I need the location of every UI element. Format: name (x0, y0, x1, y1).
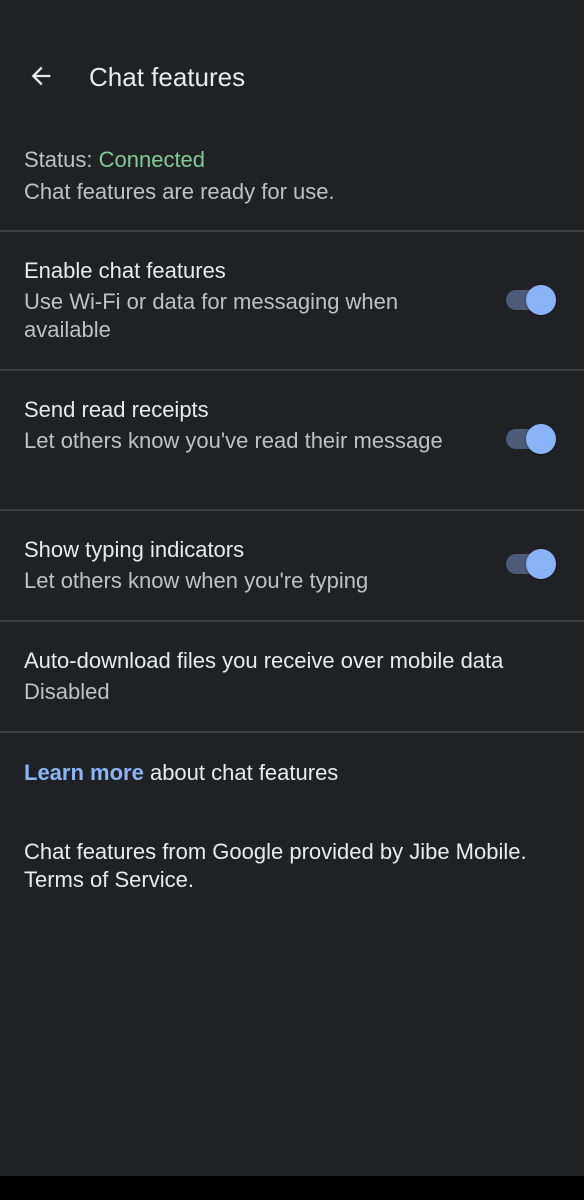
setting-summary: Let others know you've read their messag… (24, 428, 443, 453)
setting-text: Enable chat features Use Wi-Fi or data f… (24, 256, 464, 344)
setting-summary: Use Wi-Fi or data for messaging when ava… (24, 289, 399, 342)
divider (0, 369, 584, 371)
setting-enable-chat-features[interactable]: Enable chat features Use Wi-Fi or data f… (0, 256, 584, 370)
setting-text: Send read receipts Let others know you'v… (24, 395, 464, 455)
setting-text: Auto-download files you receive over mob… (24, 646, 564, 706)
show-typing-indicators-toggle[interactable] (506, 549, 556, 579)
app-bar: Chat features (0, 44, 584, 112)
setting-summary: Disabled (24, 679, 110, 704)
setting-auto-download-files[interactable]: Auto-download files you receive over mob… (0, 646, 584, 732)
setting-title: Enable chat features (24, 258, 226, 283)
status-line: Status: Connected (24, 145, 560, 175)
enable-chat-features-toggle[interactable] (506, 285, 556, 315)
setting-show-typing-indicators[interactable]: Show typing indicators Let others know w… (0, 535, 584, 621)
learn-more-text: about chat features (149, 760, 339, 785)
divider (0, 620, 584, 622)
send-read-receipts-toggle[interactable] (506, 424, 556, 454)
status-label: Status: (24, 147, 93, 172)
toggle-thumb (526, 424, 556, 454)
provider-note: Chat features from Google provided by Ji… (24, 839, 527, 892)
back-button[interactable] (21, 56, 61, 96)
setting-text: Show typing indicators Let others know w… (24, 535, 464, 595)
toggle-thumb (526, 549, 556, 579)
setting-summary: Let others know when you're typing (24, 568, 369, 593)
learn-more-line: Learn more about chat features (24, 758, 338, 788)
status-value: Connected (98, 147, 206, 172)
arrow-back-icon (31, 66, 51, 86)
divider (0, 230, 584, 232)
setting-title: Send read receipts (24, 397, 209, 422)
page-title: Chat features (89, 62, 246, 92)
toggle-thumb (526, 285, 556, 315)
setting-title: Auto-download files you receive over mob… (24, 648, 504, 673)
divider (0, 509, 584, 511)
system-navigation-bar (0, 1176, 584, 1200)
setting-send-read-receipts[interactable]: Send read receipts Let others know you'v… (0, 395, 584, 509)
learn-more-link[interactable]: Learn more (24, 760, 144, 785)
status-description: Chat features are ready for use. (24, 179, 335, 204)
setting-title: Show typing indicators (24, 537, 245, 562)
divider (0, 731, 584, 733)
status-section: Status: Connected Chat features are read… (24, 145, 560, 207)
